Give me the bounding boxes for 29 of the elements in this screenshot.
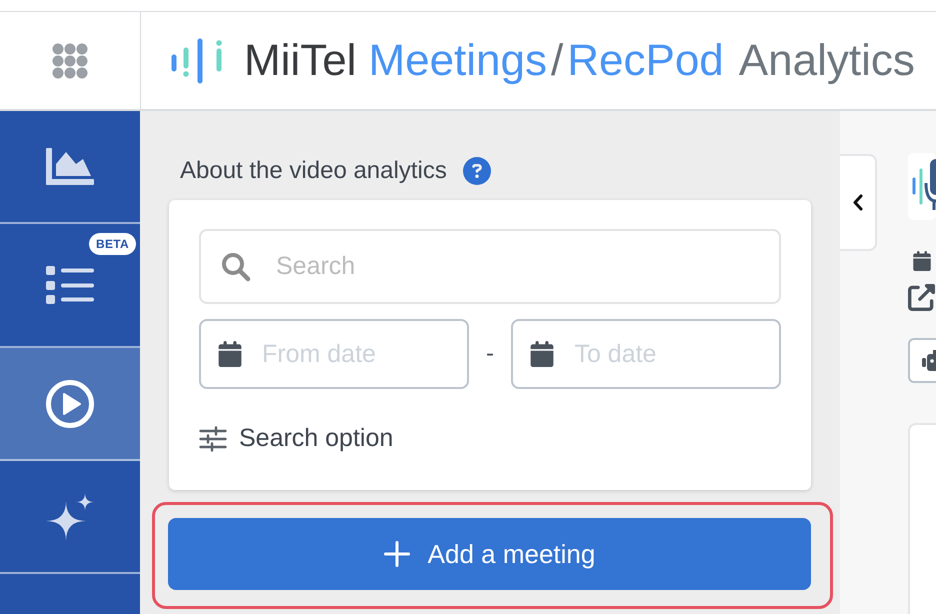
search-field[interactable]: Search [199, 229, 781, 304]
beta-badge: BETA [89, 233, 136, 255]
calendar-icon [912, 251, 932, 271]
calendar-icon [217, 341, 243, 367]
logo-text: Meetings [368, 36, 547, 86]
sliders-icon [199, 426, 227, 452]
robot-button[interactable] [908, 338, 936, 383]
add-meeting-button[interactable]: Add a meeting [168, 518, 811, 590]
app-grid-icon [52, 42, 88, 78]
section-title: About the video analytics [180, 157, 447, 185]
help-icon [462, 157, 491, 185]
logo-text: Analytics [738, 36, 915, 86]
area-chart-icon [46, 148, 94, 185]
date-range-dash: - [484, 340, 495, 368]
apps-menu-button[interactable] [52, 42, 88, 78]
chevron-left-icon [852, 194, 863, 211]
help-button[interactable] [462, 157, 491, 185]
nav-item[interactable] [0, 348, 140, 461]
search-icon [221, 252, 251, 282]
calendar-icon [529, 341, 556, 367]
external-link-icon[interactable] [908, 284, 935, 311]
logo-text: RecPod [567, 36, 724, 86]
list-icon [46, 266, 94, 304]
play-circle-icon [46, 380, 94, 428]
logo-text: / [551, 36, 564, 86]
plus-icon [384, 541, 410, 567]
logo-text: MiiTel [244, 36, 356, 86]
robot-icon [922, 350, 936, 372]
search-option-button[interactable]: Search option [199, 424, 394, 453]
